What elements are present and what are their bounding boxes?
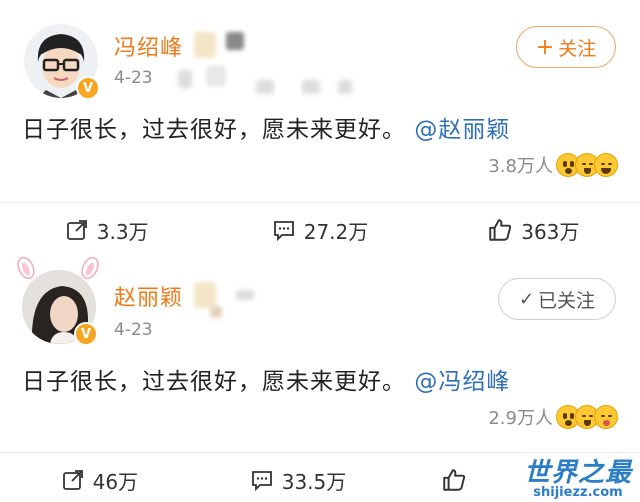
blurred-badge — [210, 306, 222, 318]
repost-count: 3.3万 — [96, 219, 149, 244]
watermark-title: 世界之最 — [523, 458, 632, 488]
watermark-url: shijiezz.com — [533, 485, 623, 500]
post-content: 日子很长，过去很好，愿未来更好。 @冯绍峰 — [22, 362, 510, 396]
verified-badge-icon: V — [76, 76, 100, 100]
mention-link[interactable]: @冯绍峰 — [414, 369, 510, 395]
follow-label: 关注 — [558, 37, 597, 60]
reaction-count: 3.8万人 — [488, 156, 553, 177]
repost-count: 46万 — [92, 469, 139, 494]
comment-icon — [251, 471, 272, 492]
reactions[interactable]: 2.9万人 — [488, 404, 618, 430]
follow-label: 已关注 — [538, 289, 596, 312]
post-text: 日子很长，过去很好，愿未来更好。 — [22, 117, 406, 143]
followed-button[interactable]: ✓ 已关注 — [498, 278, 616, 320]
repost-icon — [66, 220, 87, 240]
blurred-source — [302, 80, 320, 94]
divider — [0, 202, 640, 203]
blurred-badge — [236, 290, 254, 300]
like-icon — [489, 219, 512, 241]
like-icon — [443, 469, 466, 491]
post-content: 日子很长，过去很好，愿未来更好。 @赵丽颖 — [22, 110, 510, 144]
blurred-badge — [226, 32, 244, 50]
avatar[interactable]: V — [24, 24, 100, 100]
blurred-source — [206, 66, 226, 86]
site-watermark: 世界之最 shijiezz.com — [524, 452, 632, 500]
post-date: 4-23 — [114, 320, 153, 340]
verified-badge-icon: V — [74, 322, 98, 346]
repost-button[interactable]: 3.3万 — [0, 208, 213, 252]
blurred-source — [338, 80, 352, 94]
comment-button[interactable]: 27.2万 — [213, 208, 426, 252]
kiss-emoji-icon — [594, 405, 618, 429]
blurred-badge — [194, 282, 216, 308]
mention-link[interactable]: @赵丽颖 — [414, 117, 510, 143]
comment-icon — [273, 221, 294, 242]
blurred-source — [256, 80, 274, 94]
comment-button[interactable]: 33.5万 — [199, 458, 398, 502]
comment-count: 33.5万 — [281, 469, 347, 494]
blurred-badge — [194, 32, 216, 58]
plus-icon: + — [535, 34, 555, 60]
check-icon: ✓ — [518, 288, 535, 310]
username[interactable]: 赵丽颖 — [114, 280, 183, 312]
post-date: 4-23 — [114, 68, 153, 88]
avatar[interactable]: V — [22, 270, 98, 346]
repost-icon — [62, 470, 83, 490]
grin-emoji-icon — [594, 153, 618, 177]
blurred-source — [178, 70, 192, 88]
action-bar: 3.3万 27.2万 363万 — [0, 208, 640, 252]
post-text: 日子很长，过去很好，愿未来更好。 — [22, 369, 406, 395]
repost-button[interactable]: 46万 — [0, 458, 199, 502]
like-button[interactable]: 363万 — [427, 208, 640, 252]
post-feng: V 冯绍峰 4-23 + 关注 日子很长，过去很好，愿未来更好。 @赵丽颖 3.… — [0, 0, 640, 252]
reactions[interactable]: 3.8万人 — [488, 152, 618, 178]
follow-button[interactable]: + 关注 — [516, 26, 616, 68]
like-count: 363万 — [521, 219, 580, 244]
reaction-count: 2.9万人 — [488, 408, 553, 429]
comment-count: 27.2万 — [303, 219, 369, 244]
username[interactable]: 冯绍峰 — [114, 30, 183, 62]
